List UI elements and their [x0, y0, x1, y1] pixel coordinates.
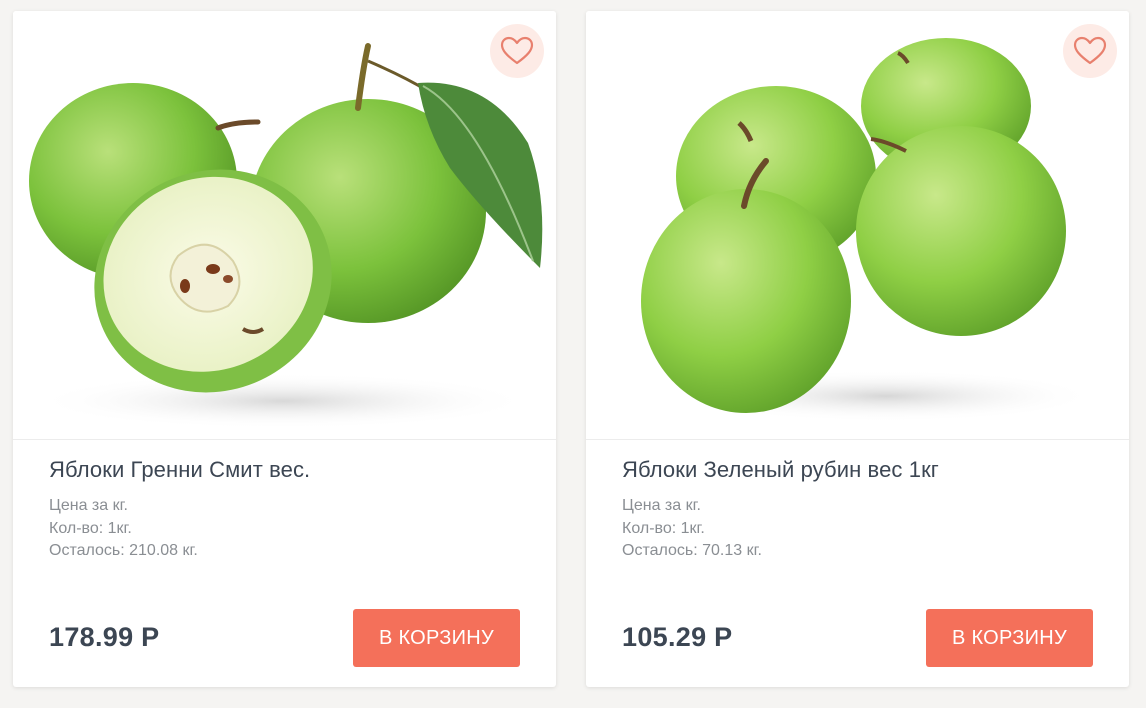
- remaining-stock: Осталось: 70.13 кг.: [622, 542, 762, 559]
- heart-outline-icon: [500, 36, 534, 65]
- product-details: Цена за кг. Кол-во: 1кг. Осталось: 70.13…: [622, 495, 762, 563]
- add-to-cart-button[interactable]: В КОРЗИНУ: [926, 609, 1093, 667]
- product-card[interactable]: Яблоки Гренни Смит вес. Цена за кг. Кол-…: [13, 11, 556, 687]
- product-title[interactable]: Яблоки Зеленый рубин вес 1кг: [622, 457, 939, 483]
- divider: [586, 439, 1129, 440]
- quantity-text: Кол-во: 1кг.: [49, 519, 132, 537]
- product-details: Цена за кг. Кол-во: 1кг. Осталось: 210.0…: [49, 495, 198, 563]
- favorite-button[interactable]: [1063, 24, 1117, 78]
- heart-outline-icon: [1073, 36, 1107, 65]
- favorite-button[interactable]: [490, 24, 544, 78]
- product-price: 105.29 Р: [622, 622, 733, 652]
- remaining-stock: Осталось: 210.08 кг.: [49, 542, 198, 559]
- price-note: Цена за кг.: [49, 497, 128, 514]
- product-image[interactable]: [586, 11, 1129, 439]
- add-to-cart-button[interactable]: В КОРЗИНУ: [353, 609, 520, 667]
- price-note: Цена за кг.: [622, 497, 701, 514]
- quantity-text: Кол-во: 1кг.: [622, 519, 705, 537]
- product-image[interactable]: [13, 11, 556, 439]
- product-title[interactable]: Яблоки Гренни Смит вес.: [49, 457, 310, 483]
- product-card[interactable]: Яблоки Зеленый рубин вес 1кг Цена за кг.…: [586, 11, 1129, 687]
- divider: [13, 439, 556, 440]
- product-price: 178.99 Р: [49, 622, 160, 652]
